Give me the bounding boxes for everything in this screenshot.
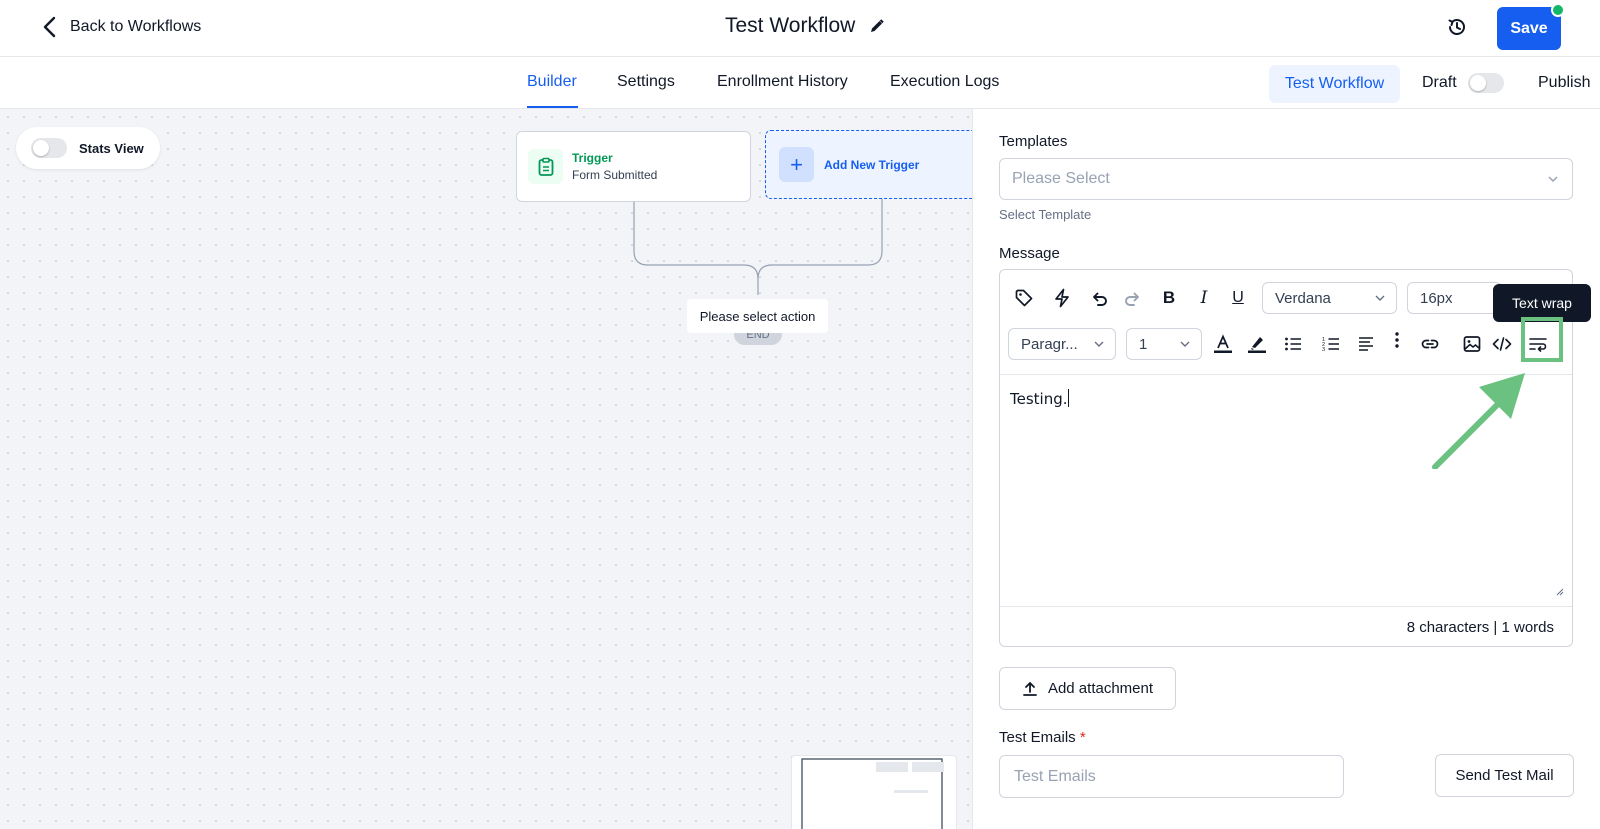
tab-enrollment-history[interactable]: Enrollment History [717, 73, 848, 91]
draft-label: Draft [1422, 74, 1457, 91]
templates-placeholder: Please Select [1012, 170, 1110, 187]
line-height-select[interactable]: 1 [1126, 328, 1202, 360]
history-icon[interactable] [1446, 16, 1468, 38]
tag-icon[interactable] [1012, 286, 1036, 310]
underline-icon[interactable]: U [1226, 286, 1250, 310]
templates-select[interactable]: Please Select [999, 158, 1573, 200]
font-size-value: 16px [1420, 289, 1453, 307]
minimap-preview [801, 758, 944, 829]
active-tab-indicator [527, 106, 578, 108]
italic-icon[interactable]: I [1192, 286, 1216, 310]
line-height-value: 1 [1139, 335, 1148, 353]
back-label: Back to Workflows [70, 18, 202, 35]
message-content[interactable]: Testing. [1010, 389, 1070, 408]
add-attachment-button[interactable]: Add attachment [999, 667, 1176, 710]
required-asterisk: * [1079, 729, 1086, 746]
text-color-icon[interactable] [1211, 332, 1235, 356]
highlight-box [1521, 317, 1563, 362]
lightning-icon[interactable] [1050, 286, 1074, 310]
workflow-title-group: Test Workflow [725, 14, 885, 38]
message-label: Message [999, 245, 1060, 262]
test-workflow-button[interactable]: Test Workflow [1269, 65, 1400, 103]
text-caret [1067, 389, 1070, 407]
trigger-title: Trigger [572, 151, 613, 165]
trigger-subtitle: Form Submitted [572, 168, 658, 182]
undo-icon[interactable] [1087, 286, 1111, 310]
connector-lines [633, 199, 883, 295]
chevron-down-icon [1548, 176, 1558, 183]
font-family-select[interactable]: Verdana [1262, 282, 1397, 314]
annotation-arrow [1432, 373, 1525, 469]
add-new-trigger-node[interactable]: + Add New Trigger [765, 130, 972, 199]
align-left-icon[interactable] [1354, 332, 1378, 356]
more-vertical-icon[interactable] [1385, 328, 1409, 352]
redo-icon[interactable] [1121, 286, 1145, 310]
minimap[interactable] [791, 755, 957, 829]
pencil-icon[interactable] [869, 18, 885, 34]
highlight-color-icon[interactable] [1245, 332, 1269, 356]
upload-icon [1023, 681, 1037, 696]
character-word-count: 8 characters | 1 words [1406, 619, 1554, 636]
chevron-left-icon [43, 16, 56, 38]
bullet-list-icon[interactable] [1281, 332, 1305, 356]
editor-footer-divider [1000, 606, 1572, 607]
tab-builder[interactable]: Builder [527, 73, 577, 91]
code-icon[interactable] [1490, 332, 1514, 356]
workflow-canvas[interactable]: Stats View Trigger Form Submitted + Add … [0, 109, 972, 829]
block-format-select[interactable]: Paragr... [1008, 328, 1116, 360]
select-action-box[interactable]: Please select action [687, 299, 828, 333]
font-family-value: Verdana [1275, 289, 1331, 307]
templates-label: Templates [999, 133, 1068, 150]
templates-help-text: Select Template [999, 207, 1092, 222]
link-icon[interactable] [1418, 332, 1442, 356]
test-emails-input[interactable] [999, 755, 1344, 798]
numbered-list-icon[interactable]: 123 [1319, 332, 1343, 356]
tab-execution-logs[interactable]: Execution Logs [890, 73, 999, 91]
add-trigger-label: Add New Trigger [824, 157, 920, 172]
message-text: Testing. [1010, 390, 1068, 408]
chevron-down-icon [1094, 341, 1104, 347]
toolbar-row-2: Paragr... 1 123 [1000, 322, 1572, 367]
chevron-down-icon [1375, 295, 1385, 301]
plus-icon: + [779, 147, 814, 182]
test-emails-label-text: Test Emails [999, 729, 1076, 746]
image-icon[interactable] [1460, 332, 1484, 356]
block-format-value: Paragr... [1021, 335, 1078, 353]
tab-settings[interactable]: Settings [617, 73, 675, 91]
send-test-mail-button[interactable]: Send Test Mail [1435, 754, 1574, 797]
test-emails-label: Test Emails * [999, 729, 1086, 746]
sub-navigation: Builder Settings Enrollment History Exec… [0, 57, 1600, 109]
toolbar-row-1: B I U Verdana 16px [1000, 276, 1572, 321]
status-dot [1551, 3, 1565, 17]
bold-icon[interactable]: B [1157, 286, 1181, 310]
add-attachment-label: Add attachment [1047, 680, 1154, 697]
back-to-workflows-link[interactable]: Back to Workflows [40, 15, 201, 39]
page-title: Test Workflow [725, 14, 856, 37]
svg-text:3: 3 [1322, 347, 1325, 353]
top-bar: Back to Workflows Test Workflow Save [0, 0, 1600, 57]
clipboard-icon [528, 149, 563, 184]
font-size-select[interactable]: 16px [1407, 282, 1502, 314]
publish-toggle[interactable] [1468, 73, 1504, 93]
resize-handle-icon[interactable] [1554, 586, 1564, 596]
chevron-down-icon [1180, 341, 1190, 347]
publish-label: Publish [1538, 74, 1591, 91]
action-settings-panel: Templates Please Select Select Template … [972, 109, 1600, 829]
trigger-node[interactable]: Trigger Form Submitted [516, 131, 751, 202]
